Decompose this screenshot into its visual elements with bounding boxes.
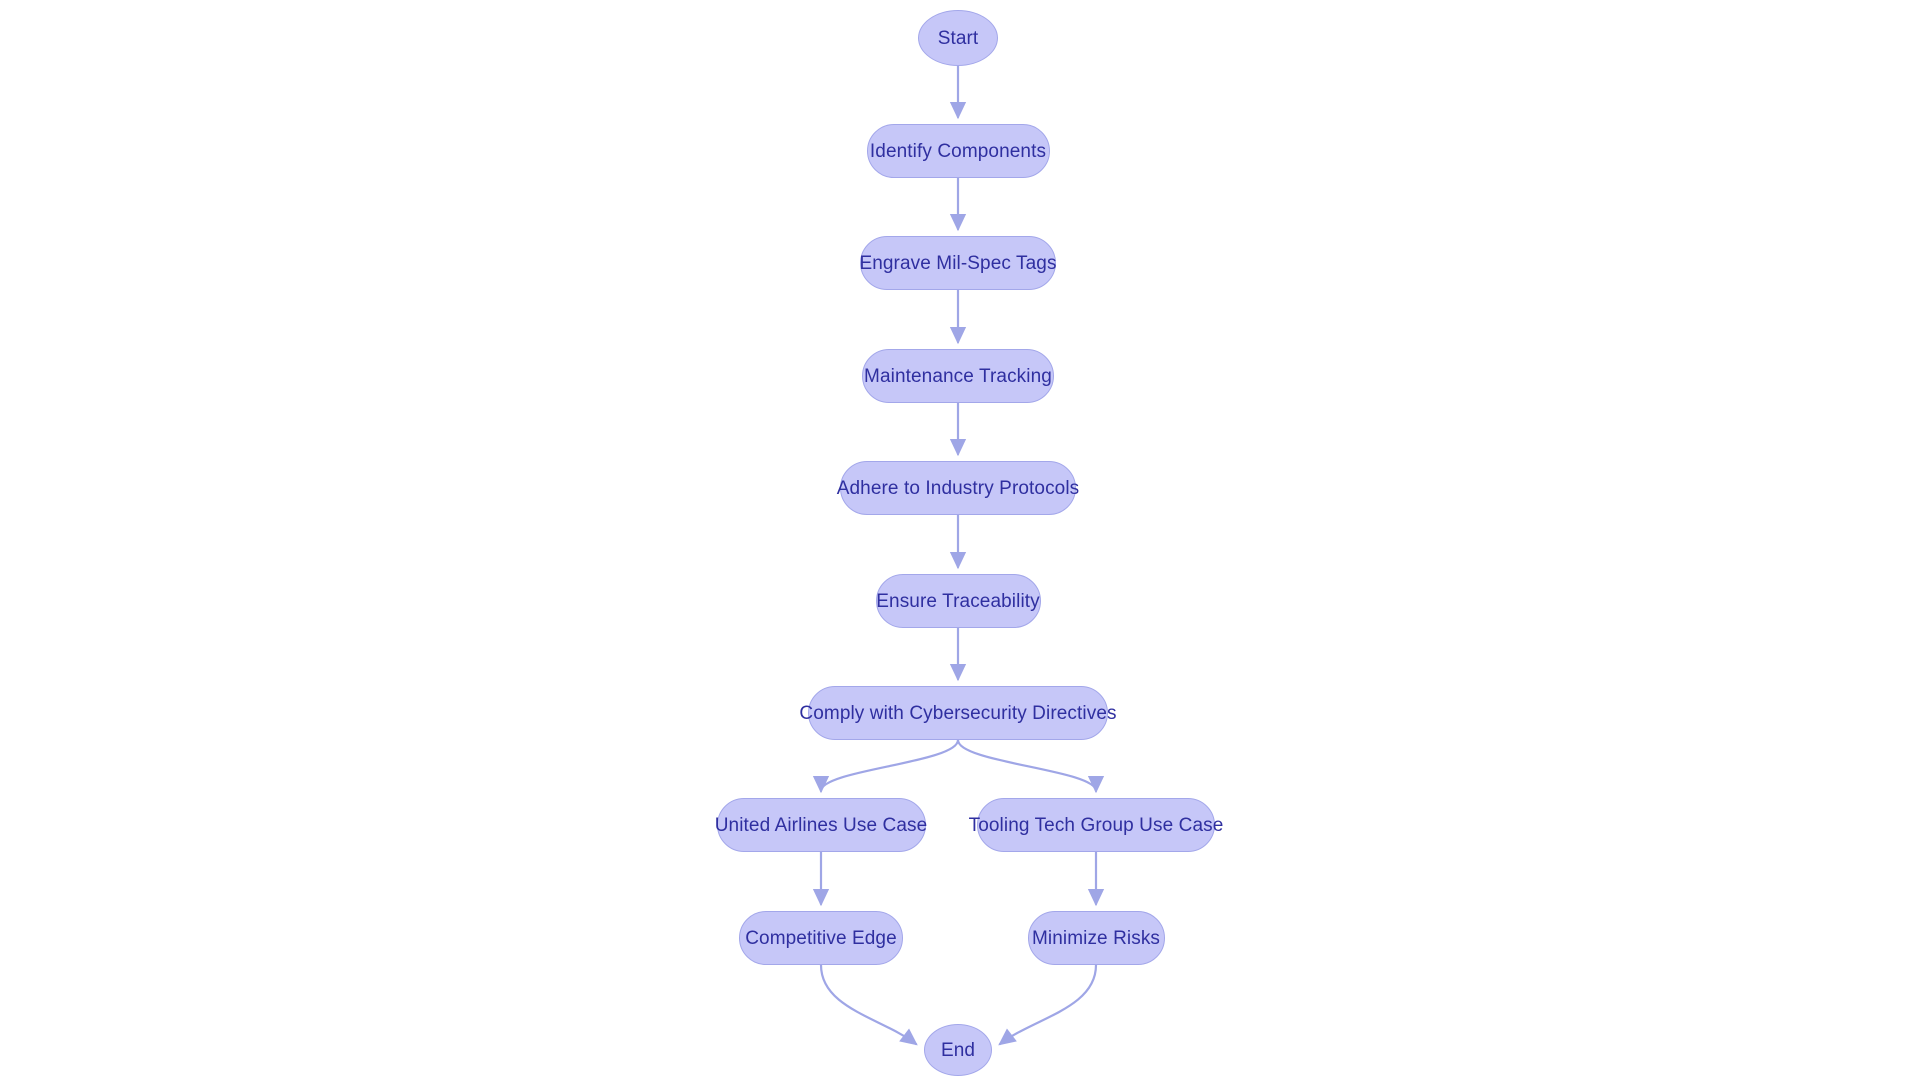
flowchart-canvas: Start Identify Components Engrave Mil-Spec… — [0, 0, 1920, 1080]
flow-node-label: End — [940, 1039, 976, 1061]
flow-edge-cyber-to-tooling — [956, 738, 1105, 794]
flow-node-label: Tooling Tech Group Use Case — [968, 814, 1224, 836]
flow-node-maintenance[interactable]: Maintenance Tracking — [862, 349, 1054, 403]
flow-node-label: Adhere to Industry Protocols — [836, 477, 1080, 499]
flow-node-cyber[interactable]: Comply with Cybersecurity Directives — [799, 686, 1116, 740]
flow-edge-edge-to-end — [819, 963, 918, 1046]
flow-node-identify[interactable]: Identify Components — [866, 124, 1050, 178]
flow-node-risks[interactable]: Minimize Risks — [1027, 911, 1165, 965]
flow-node-label: Identify Components — [869, 140, 1047, 162]
flow-node-end[interactable]: End — [924, 1024, 992, 1076]
flow-node-label: Minimize Risks — [1031, 927, 1161, 949]
flow-edge-risks-to-end — [998, 963, 1098, 1046]
flow-node-tooling[interactable]: Tooling Tech Group Use Case — [969, 798, 1223, 852]
flow-node-united[interactable]: United Airlines Use Case — [714, 798, 928, 852]
flow-node-label: Comply with Cybersecurity Directives — [799, 702, 1117, 724]
flow-node-traceability[interactable]: Ensure Traceability — [875, 574, 1041, 628]
flow-edge-cyber-to-united — [812, 738, 960, 794]
flow-node-engrave[interactable]: Engrave Mil-Spec Tags — [859, 236, 1057, 290]
flow-node-label: Ensure Traceability — [876, 590, 1040, 612]
flow-node-label: Engrave Mil-Spec Tags — [859, 252, 1057, 274]
flow-node-start[interactable]: Start — [918, 10, 998, 66]
flow-node-label: United Airlines Use Case — [714, 814, 928, 836]
flow-node-label: Maintenance Tracking — [864, 365, 1052, 387]
flow-node-edge[interactable]: Competitive Edge — [739, 911, 903, 965]
flow-node-label: Competitive Edge — [745, 927, 897, 949]
flow-node-protocols[interactable]: Adhere to Industry Protocols — [837, 461, 1079, 515]
flow-node-label: Start — [937, 27, 979, 49]
